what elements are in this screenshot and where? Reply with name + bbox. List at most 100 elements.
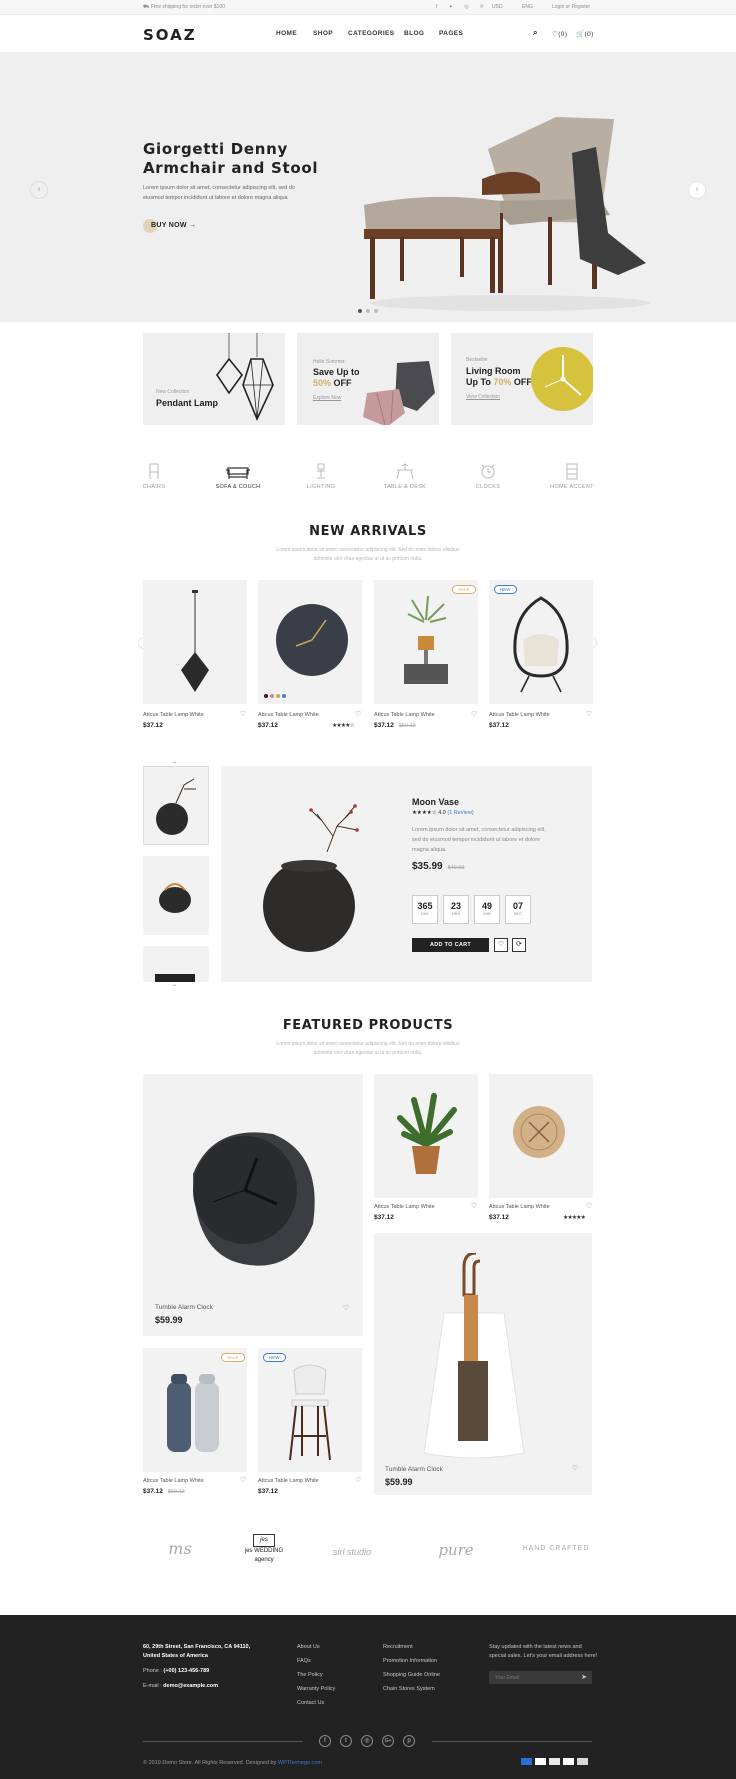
instagram-icon[interactable]: ◎ bbox=[361, 1735, 373, 1747]
product-card[interactable]: NEW Attcus Table Lamp White ♡ $37.12 bbox=[258, 1348, 362, 1495]
product-name[interactable]: Tumble Alarm Clock bbox=[155, 1304, 213, 1311]
wishlist-heart-icon[interactable]: ♡ bbox=[572, 1464, 578, 1472]
buy-now-button[interactable]: BUY NOW → bbox=[151, 222, 196, 229]
category-clocks[interactable]: CLOCKS bbox=[448, 462, 528, 490]
footer-link-chain-stores[interactable]: Chain Stores System bbox=[383, 1686, 435, 1692]
wishlist-heart-icon[interactable]: ♡ bbox=[471, 1202, 477, 1210]
twitter-icon[interactable]: t bbox=[340, 1735, 352, 1747]
banner-summer-sale[interactable]: Hello Summer Save Up to 50% OFF Explore … bbox=[297, 333, 439, 425]
product-card[interactable]: SALE Attcus Table Lamp White ♡ $37.12 $50… bbox=[143, 1348, 247, 1495]
product-card[interactable]: Attcus Table Lamp White ♡ $37.12 ★★★★☆ bbox=[258, 580, 362, 729]
featured-big-card[interactable]: Tumble Alarm Clock $59.99 ♡ bbox=[143, 1074, 363, 1336]
slider-dot[interactable] bbox=[374, 309, 378, 313]
banner-pendant-lamp[interactable]: New Collection Pendant Lamp bbox=[143, 333, 285, 425]
deal-thumbnail[interactable] bbox=[143, 856, 209, 935]
category-home-accent[interactable]: HOME ACCENT bbox=[532, 462, 612, 490]
banner-link[interactable]: Explore Now bbox=[313, 395, 341, 401]
nav-blog[interactable]: BLOG bbox=[404, 30, 424, 37]
slider-next-button[interactable]: › bbox=[688, 181, 706, 199]
newsletter-email-input[interactable] bbox=[489, 1671, 577, 1684]
currency-select[interactable]: USD bbox=[492, 4, 503, 10]
facebook-icon[interactable]: f bbox=[319, 1735, 331, 1747]
pinterest-icon[interactable]: p bbox=[403, 1735, 415, 1747]
brand-logo-studio[interactable]: sirl studio bbox=[314, 1547, 390, 1557]
product-name[interactable]: Attcus Table Lamp White bbox=[258, 712, 319, 718]
product-card[interactable]: Attcus Table Lamp White ♡ $37.12 ★★★★★ bbox=[489, 1074, 593, 1221]
footer-link-contact[interactable]: Contact Us bbox=[297, 1700, 324, 1706]
category-sofa-couch[interactable]: SOFA & COUCH bbox=[198, 462, 278, 490]
wishlist-heart-icon[interactable]: ♡ bbox=[355, 710, 361, 718]
product-card[interactable]: NEW Attcus Table Lamp White ♡ $37.12 bbox=[489, 580, 593, 729]
footer-link-shopping-guide[interactable]: Shopping Guide Online bbox=[383, 1672, 440, 1678]
logo[interactable]: SOAZ bbox=[143, 26, 197, 44]
wishlist-heart-icon[interactable]: ♡ bbox=[240, 710, 246, 718]
wishlist-heart-icon[interactable]: ♡ bbox=[343, 1304, 349, 1312]
slider-dot[interactable] bbox=[366, 309, 370, 313]
social-icons[interactable]: f ✦ ◎ ℗ bbox=[436, 4, 489, 10]
product-name[interactable]: Tumble Alarm Clock bbox=[385, 1466, 443, 1473]
wishlist-heart-icon[interactable]: ♡ bbox=[586, 1202, 592, 1210]
google-plus-icon[interactable]: G+ bbox=[382, 1735, 394, 1747]
footer-link-warranty[interactable]: Warranty Policy bbox=[297, 1686, 335, 1692]
footer-link-promotion[interactable]: Promotion Information bbox=[383, 1658, 437, 1664]
phone-number[interactable]: (+00) 123-456-789 bbox=[164, 1668, 210, 1674]
send-icon[interactable]: ➤ bbox=[581, 1673, 587, 1681]
product-card[interactable]: Attcus Table Lamp White ♡ $37.12 bbox=[374, 1074, 478, 1221]
brand-text: sirl studio bbox=[332, 1547, 371, 1557]
banner-link[interactable]: View Collection bbox=[466, 394, 500, 400]
brand-logo-handcrafted[interactable]: HAND CRAFTED bbox=[520, 1544, 592, 1553]
compare-icon[interactable]: ⟳ bbox=[512, 938, 526, 952]
product-name[interactable]: Attcus Table Lamp White bbox=[258, 1478, 319, 1484]
wishlist-heart-icon[interactable]: ♡ bbox=[586, 710, 592, 718]
product-name[interactable]: Attcus Table Lamp White bbox=[143, 712, 204, 718]
color-swatch[interactable] bbox=[270, 694, 274, 698]
thumb-down-arrow[interactable]: ⌄ bbox=[172, 981, 177, 988]
color-swatch[interactable] bbox=[282, 694, 286, 698]
wall-clock-image bbox=[276, 604, 348, 676]
footer-link-policy[interactable]: The Policy bbox=[297, 1672, 323, 1678]
cart-icon[interactable]: 🛒(0) bbox=[576, 30, 594, 38]
brand-logo-ms[interactable]: ms bbox=[150, 1539, 210, 1575]
nav-pages[interactable]: PAGES bbox=[439, 30, 463, 37]
category-lighting[interactable]: LIGHTING bbox=[281, 462, 361, 490]
product-name[interactable]: Attcus Table Lamp White bbox=[489, 1204, 550, 1210]
account-link[interactable]: Login or Register bbox=[552, 4, 590, 10]
wishlist-heart-icon[interactable]: ♡ bbox=[240, 1476, 246, 1484]
email-address[interactable]: demo@example.com bbox=[163, 1683, 218, 1689]
countdown-number: 49 bbox=[481, 901, 492, 911]
search-icon[interactable]: ⌕ bbox=[533, 28, 538, 38]
product-name[interactable]: Attcus Table Lamp White bbox=[374, 1204, 435, 1210]
product-card[interactable]: SALE Attcus Table Lamp White ♡ $37.12 $50… bbox=[374, 580, 478, 729]
product-name[interactable]: Attcus Table Lamp White bbox=[489, 712, 550, 718]
featured-big-card[interactable]: Tumble Alarm Clock $59.99 ♡ bbox=[374, 1233, 592, 1495]
banner-living-room[interactable]: Bestseller Living Room Up To 70% OFF Vie… bbox=[451, 333, 593, 425]
add-to-cart-button[interactable]: ADD TO CART bbox=[412, 938, 489, 952]
category-chairs[interactable]: CHAIRS bbox=[114, 462, 194, 490]
deal-thumbnail[interactable] bbox=[143, 946, 209, 982]
wishlist-icon[interactable]: ♡(0) bbox=[552, 30, 567, 38]
review-link[interactable]: (1 Review) bbox=[447, 810, 473, 816]
nav-shop[interactable]: SHOP bbox=[313, 30, 333, 37]
deal-thumbnail[interactable] bbox=[143, 766, 209, 845]
product-name[interactable]: Attcus Table Lamp White bbox=[143, 1478, 204, 1484]
slider-dot-active[interactable] bbox=[358, 309, 362, 313]
footer-link-recruitment[interactable]: Recruitment bbox=[383, 1644, 413, 1650]
brand-logo-wedding[interactable]: jes jes WEDDING agency bbox=[236, 1534, 292, 1578]
product-card[interactable]: Attcus Table Lamp White ♡ $37.12 bbox=[143, 580, 247, 729]
wishlist-heart-icon[interactable]: ♡ bbox=[494, 938, 508, 952]
brand-logo-pure[interactable]: pure bbox=[418, 1541, 494, 1559]
nav-categories[interactable]: CATEGORIES bbox=[348, 30, 395, 37]
slider-prev-button[interactable]: ‹ bbox=[30, 181, 48, 199]
designer-link[interactable]: WPThemego.com bbox=[278, 1760, 322, 1766]
newsletter-text-line1: Stay updated with the latest news and bbox=[489, 1644, 582, 1650]
product-name[interactable]: Attcus Table Lamp White bbox=[374, 712, 435, 718]
wishlist-heart-icon[interactable]: ♡ bbox=[471, 710, 477, 718]
category-table-desk[interactable]: TABLE & DESK bbox=[365, 462, 445, 490]
color-swatch[interactable] bbox=[276, 694, 280, 698]
language-select[interactable]: ENG bbox=[522, 4, 533, 10]
wishlist-heart-icon[interactable]: ♡ bbox=[355, 1476, 361, 1484]
color-swatch[interactable] bbox=[264, 694, 268, 698]
footer-link-faqs[interactable]: FAQs bbox=[297, 1658, 311, 1664]
footer-link-about[interactable]: About Us bbox=[297, 1644, 320, 1650]
nav-home[interactable]: HOME bbox=[276, 30, 297, 37]
